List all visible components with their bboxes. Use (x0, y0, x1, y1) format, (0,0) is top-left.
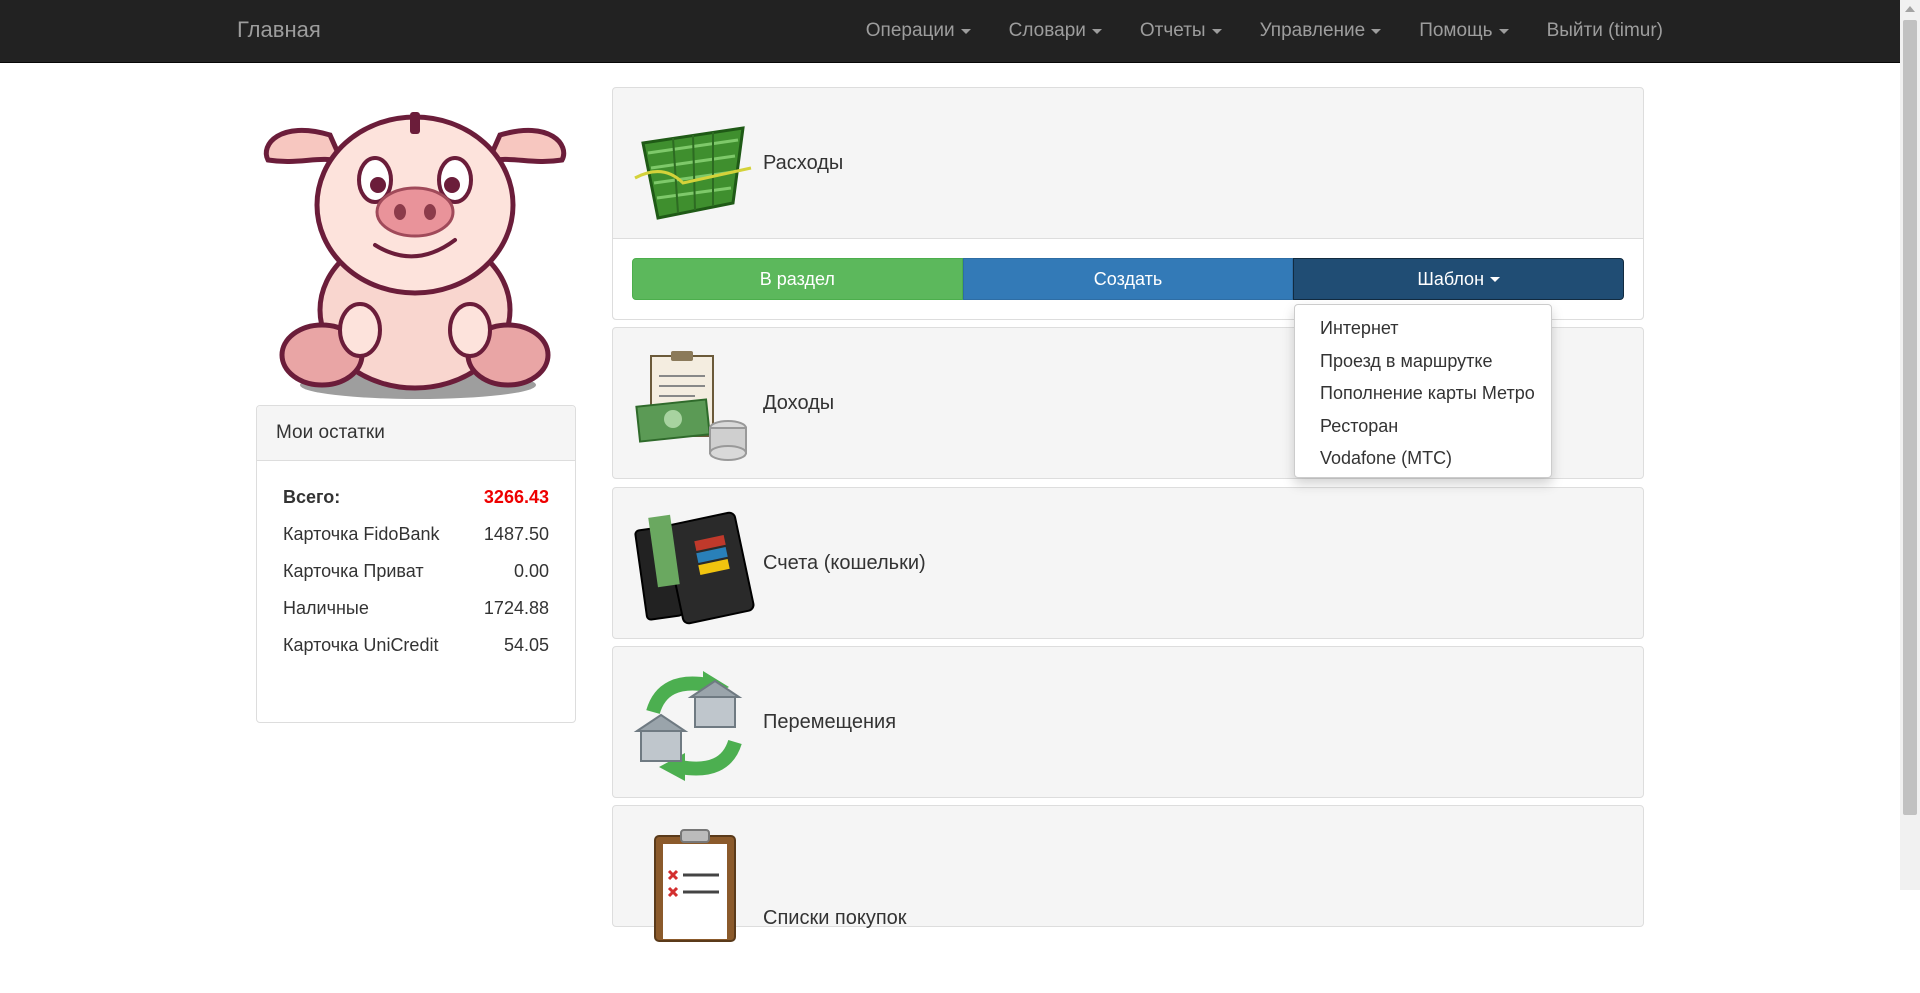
nav-menu: Операции Словари Отчеты Управление Помощ… (847, 0, 1663, 62)
nav-item-label: Словари (1008, 20, 1086, 41)
balance-row: Карточка FidoBank 1487.50 (283, 516, 549, 553)
template-button-label: Шаблон (1417, 268, 1485, 289)
caret-down-icon (1490, 276, 1501, 282)
panel-transfers-header[interactable]: Перемещения (613, 647, 1643, 797)
scroll-thumb[interactable] (1903, 20, 1917, 815)
nav-item-logout[interactable]: Выйти (timur) (1528, 0, 1663, 62)
balance-total-label: Всего: (283, 487, 341, 507)
balance-account-label: Наличные (283, 598, 369, 618)
nav-item-help[interactable]: Помощь (1400, 0, 1527, 62)
nav-item-label: Отчеты (1139, 20, 1206, 41)
nav-item-dictionaries[interactable]: Словари (990, 0, 1121, 62)
panel-income-title[interactable]: Доходы (763, 328, 834, 478)
panel-shopping-lists-header[interactable]: Списки покупок (613, 806, 1643, 956)
expenses-button-group: В раздел Создать Шаблон (632, 258, 1625, 300)
balances-list: Всего: 3266.43 Карточка FidoBank 1487.50… (257, 461, 575, 664)
nav-item-label: Операции (865, 20, 955, 41)
balance-account-value: 54.05 (503, 635, 549, 655)
nav-item-reports[interactable]: Отчеты (1121, 0, 1241, 62)
balance-row: Наличные 1724.88 (283, 590, 549, 627)
basket-icon (634, 126, 752, 220)
template-menu-item[interactable]: Пополнение карты Метро (1295, 377, 1551, 410)
nav-item-operations[interactable]: Операции (847, 0, 990, 62)
brand-link[interactable]: Главная (237, 17, 321, 43)
panel-expenses-title[interactable]: Расходы (763, 88, 843, 238)
panel-shopping-lists-title[interactable]: Списки покупок (763, 843, 907, 993)
nav-item-label: Выйти (timur) (1546, 20, 1663, 41)
balance-total-value: 3266.43 (483, 487, 549, 507)
balance-account-label: Карточка UniCredit (283, 635, 439, 655)
balance-account-value: 1724.88 (483, 598, 549, 618)
panel-expenses: Расходы В раздел Создать Шаблон (612, 87, 1644, 320)
caret-down-icon (1498, 28, 1509, 34)
transfer-icon (633, 671, 743, 781)
panel-accounts-header[interactable]: Счета (кошельки) (613, 488, 1643, 638)
page-scrollbar[interactable] (1900, 0, 1920, 890)
caret-down-icon (1211, 28, 1222, 34)
template-menu-item[interactable]: Интернет (1295, 312, 1551, 345)
template-menu-item[interactable]: Vodafone (МТС) (1295, 442, 1551, 475)
create-button[interactable]: Создать (962, 258, 1294, 300)
panel-transfers-title[interactable]: Перемещения (763, 647, 896, 797)
template-dropdown-menu: Интернет Проезд в маршрутке Пополнение к… (1294, 304, 1552, 478)
checklist-icon (654, 829, 736, 942)
nav-item-label: Помощь (1419, 20, 1493, 41)
balance-total-row: Всего: 3266.43 (283, 479, 549, 516)
balances-panel: Мои остатки Всего: 3266.43 Карточка Fido… (256, 405, 576, 723)
caret-down-icon (960, 28, 971, 34)
top-navbar: Главная Операции Словари Отчеты Управлен… (0, 0, 1900, 63)
panel-shopping-lists: Списки покупок (612, 805, 1644, 942)
template-menu-item[interactable]: Проезд в маршрутке (1295, 345, 1551, 378)
balance-account-label: Карточка FidoBank (283, 524, 440, 544)
balance-account-label: Карточка Приват (283, 561, 424, 581)
panel-accounts-title[interactable]: Счета (кошельки) (763, 488, 926, 638)
to-section-button[interactable]: В раздел (632, 258, 963, 300)
income-icon (635, 351, 747, 461)
balance-row: Карточка Приват 0.00 (283, 553, 549, 590)
template-menu-item[interactable]: Ресторан (1295, 410, 1551, 443)
balance-account-value: 1487.50 (483, 524, 549, 544)
balance-row: Карточка UniCredit 54.05 (283, 627, 549, 664)
panel-accounts: Счета (кошельки) (612, 487, 1644, 639)
wallet-icon (634, 511, 755, 625)
panel-transfers: Перемещения (612, 646, 1644, 798)
caret-down-icon (1371, 28, 1382, 34)
nav-item-management[interactable]: Управление (1241, 0, 1401, 62)
balance-account-value: 0.00 (513, 561, 549, 581)
template-dropdown-button[interactable]: Шаблон (1293, 258, 1625, 300)
scroll-up-arrow-icon[interactable] (1905, 6, 1915, 12)
caret-down-icon (1091, 28, 1102, 34)
piggy-bank-icon (263, 112, 567, 399)
nav-item-label: Управление (1259, 20, 1366, 41)
balances-title: Мои остатки (257, 406, 575, 461)
panel-expenses-header[interactable]: Расходы (613, 88, 1643, 238)
